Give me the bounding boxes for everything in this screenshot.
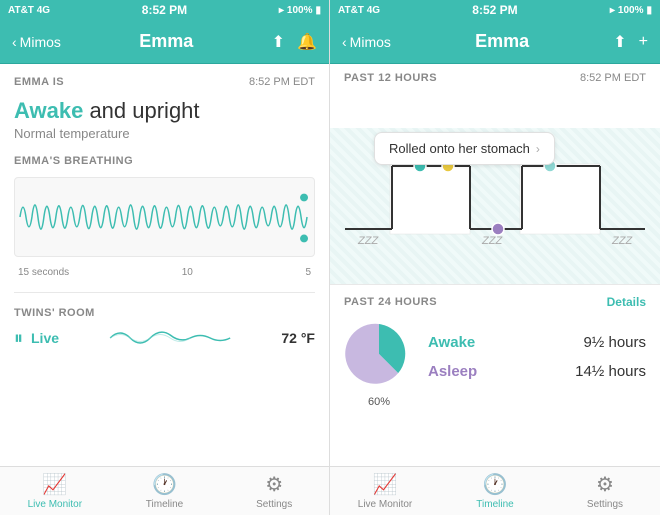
right-heartbeat-icon: 📈 bbox=[373, 472, 398, 497]
right-gear-icon: ⚙ bbox=[596, 472, 614, 497]
right-bluetooth-icon: ▸ bbox=[610, 5, 615, 16]
share-icon[interactable]: ⬆ bbox=[272, 32, 285, 52]
breathing-svg bbox=[15, 178, 314, 256]
left-status-bar: AT&T 4G 8:52 PM ▸ 100% ▮ bbox=[0, 0, 329, 20]
breathing-chart bbox=[14, 177, 315, 257]
left-tab-timeline[interactable]: 🕐 Timeline bbox=[110, 472, 220, 510]
pie-percent-label: 60% bbox=[368, 396, 390, 408]
svg-text:ZZZ: ZZZ bbox=[611, 235, 633, 247]
left-status-sub: Normal temperature bbox=[14, 126, 315, 141]
left-tab-live-monitor[interactable]: 📈 Live Monitor bbox=[0, 472, 110, 510]
left-meta-row: EMMA IS 8:52 PM EDT bbox=[14, 76, 315, 88]
back-label: Mimos bbox=[20, 34, 61, 50]
right-tab-timeline[interactable]: 🕐 Timeline bbox=[440, 472, 550, 510]
right-time: 8:52 PM bbox=[472, 3, 517, 17]
hours-stats: Awake 9½ hours Asleep 14½ hours bbox=[428, 334, 646, 380]
left-tab-settings[interactable]: ⚙ Settings bbox=[219, 472, 329, 510]
left-status-icons: ▸ 100% ▮ bbox=[279, 5, 321, 16]
room-temp: 72 °F bbox=[281, 330, 315, 346]
right-plus-icon[interactable]: + bbox=[639, 33, 648, 51]
room-wave-svg bbox=[67, 323, 273, 353]
right-battery-label: 100% bbox=[618, 5, 644, 16]
hours-title: PAST 24 HOURS bbox=[344, 296, 437, 308]
right-clock-icon: 🕐 bbox=[483, 472, 508, 497]
battery-icon: ▮ bbox=[315, 5, 321, 16]
left-meta-label: EMMA IS bbox=[14, 76, 64, 88]
hours-details-button[interactable]: Details bbox=[607, 295, 646, 309]
left-meta-time: 8:52 PM EDT bbox=[249, 76, 315, 88]
room-section: TWINS' ROOM ⏸ Live 72 °F bbox=[14, 292, 315, 353]
gear-icon: ⚙ bbox=[265, 472, 283, 497]
right-phone-panel: AT&T 4G 8:52 PM ▸ 100% ▮ ‹ Mimos Emma ⬆ … bbox=[330, 0, 660, 515]
left-time: 8:52 PM bbox=[142, 3, 187, 17]
time-label-5: 5 bbox=[305, 267, 311, 278]
left-status-highlight: Awake bbox=[14, 98, 83, 123]
time-label-10: 10 bbox=[182, 267, 193, 278]
right-nav-actions: ⬆ + bbox=[613, 32, 648, 52]
chevron-left-icon: ‹ bbox=[12, 34, 17, 50]
live-label: Live bbox=[31, 330, 59, 346]
left-status-line: Awake and upright bbox=[14, 98, 315, 124]
clock-icon: 🕐 bbox=[152, 472, 177, 497]
left-status-text: and upright bbox=[89, 98, 199, 123]
hours-content: 60% Awake 9½ hours Asleep 14½ hours bbox=[344, 319, 646, 394]
tooltip-box[interactable]: Rolled onto her stomach › bbox=[374, 132, 555, 165]
right-status-bar: AT&T 4G 8:52 PM ▸ 100% ▮ bbox=[330, 0, 660, 20]
left-status-main: Awake and upright Normal temperature bbox=[14, 98, 315, 141]
stat-value-asleep: 14½ hours bbox=[575, 363, 646, 380]
left-nav-title: Emma bbox=[139, 31, 193, 52]
timeline-area: PAST 12 HOURS 8:52 PM EDT Rolled onto he… bbox=[330, 64, 660, 284]
time-label-15: 15 seconds bbox=[18, 267, 69, 278]
svg-text:ZZZ: ZZZ bbox=[481, 235, 503, 247]
right-tab-bar: 📈 Live Monitor 🕐 Timeline ⚙ Settings bbox=[330, 466, 660, 515]
right-status-icons: ▸ 100% ▮ bbox=[610, 5, 652, 16]
right-nav-bar: ‹ Mimos Emma ⬆ + bbox=[330, 20, 660, 64]
bluetooth-icon: ▸ bbox=[279, 5, 284, 16]
right-chevron-left-icon: ‹ bbox=[342, 34, 347, 50]
right-back-button[interactable]: ‹ Mimos bbox=[342, 34, 391, 50]
pie-chart-container: 60% bbox=[344, 319, 414, 394]
left-back-button[interactable]: ‹ Mimos bbox=[12, 34, 61, 50]
right-nav-title: Emma bbox=[475, 31, 529, 52]
left-phone-panel: AT&T 4G 8:52 PM ▸ 100% ▮ ‹ Mimos Emma ⬆ … bbox=[0, 0, 330, 515]
tooltip-text: Rolled onto her stomach bbox=[389, 141, 530, 156]
left-content: EMMA IS 8:52 PM EDT Awake and upright No… bbox=[0, 64, 329, 466]
hours-section: PAST 24 HOURS Details 60% bbox=[330, 284, 660, 466]
bell-icon[interactable]: 🔔 bbox=[297, 32, 317, 52]
right-battery-icon: ▮ bbox=[646, 5, 652, 16]
stat-label-asleep: Asleep bbox=[428, 363, 477, 380]
right-tab-live-monitor[interactable]: 📈 Live Monitor bbox=[330, 472, 440, 510]
right-back-label: Mimos bbox=[350, 34, 391, 50]
heartbeat-icon: 📈 bbox=[42, 472, 67, 497]
right-carrier: AT&T 4G bbox=[338, 5, 380, 16]
pause-icon: ⏸ bbox=[14, 328, 23, 349]
svg-text:ZZZ: ZZZ bbox=[357, 235, 379, 247]
stat-value-awake: 9½ hours bbox=[583, 334, 646, 351]
chart-time-labels: 15 seconds 10 5 bbox=[14, 267, 315, 278]
stat-row-awake: Awake 9½ hours bbox=[428, 334, 646, 351]
left-nav-bar: ‹ Mimos Emma ⬆ 🔔 bbox=[0, 20, 329, 64]
left-nav-actions: ⬆ 🔔 bbox=[272, 32, 317, 52]
room-row: ⏸ Live 72 °F bbox=[14, 323, 315, 353]
left-tab-bar: 📈 Live Monitor 🕐 Timeline ⚙ Settings bbox=[0, 466, 329, 515]
right-tab-settings[interactable]: ⚙ Settings bbox=[550, 472, 660, 510]
room-label: TWINS' ROOM bbox=[14, 307, 315, 319]
pie-chart-svg bbox=[344, 319, 414, 389]
left-carrier: AT&T 4G bbox=[8, 5, 50, 16]
left-breathing-label: EMMA'S BREATHING bbox=[14, 155, 315, 167]
tooltip-arrow-icon: › bbox=[536, 142, 540, 156]
right-share-icon[interactable]: ⬆ bbox=[613, 32, 626, 52]
hours-header: PAST 24 HOURS Details bbox=[344, 295, 646, 309]
stat-label-awake: Awake bbox=[428, 334, 475, 351]
stat-row-asleep: Asleep 14½ hours bbox=[428, 363, 646, 380]
battery-label: 100% bbox=[287, 5, 313, 16]
timeline-svg: ZZZ ZZZ ZZZ bbox=[330, 64, 660, 284]
